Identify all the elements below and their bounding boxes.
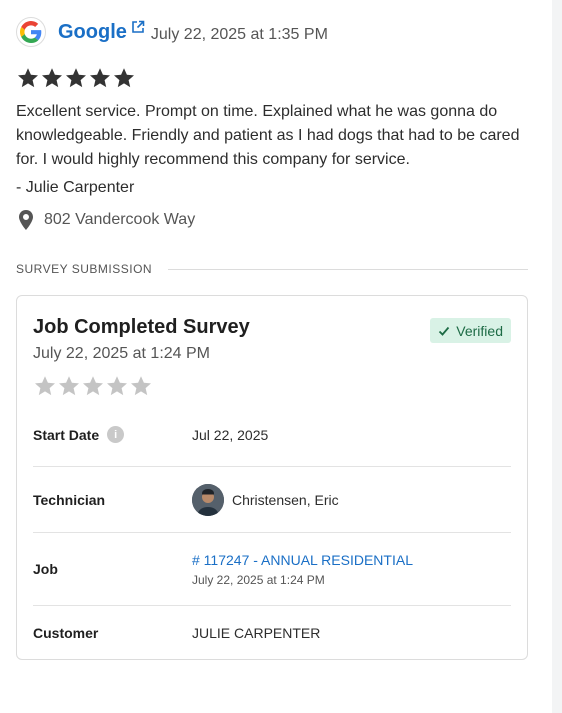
technician-name: Christensen, Eric [232, 491, 339, 508]
section-title: SURVEY SUBMISSION [16, 262, 153, 276]
survey-title: Job Completed Survey [33, 316, 250, 338]
section-divider: SURVEY SUBMISSION [16, 262, 528, 276]
star-icon [112, 66, 136, 90]
star-icon[interactable] [129, 374, 153, 398]
check-icon [438, 325, 450, 337]
verified-label: Verified [456, 322, 503, 339]
star-icon[interactable] [57, 374, 81, 398]
review-rating [16, 66, 528, 92]
row-customer: Customer JULIE CARPENTER [33, 606, 511, 660]
customer-value: JULIE CARPENTER [192, 625, 321, 641]
avatar [192, 483, 224, 516]
star-icon[interactable] [105, 374, 129, 398]
star-icon[interactable] [33, 374, 57, 398]
technician-label: Technician [33, 491, 106, 508]
review-header: Google July 22, 2025 at 1:35 PM [16, 16, 528, 48]
start-date-value: Jul 22, 2025 [192, 426, 269, 443]
survey-date: July 22, 2025 at 1:24 PM [33, 345, 210, 362]
map-pin-icon [16, 209, 36, 231]
star-icon [40, 66, 64, 90]
job-date: July 22, 2025 at 1:24 PM [192, 573, 325, 587]
job-link[interactable]: # 117247 - ANNUAL RESIDENTIAL [192, 551, 413, 569]
start-date-label: Start Date [33, 426, 100, 443]
divider-line [168, 268, 528, 270]
star-icon [16, 66, 40, 90]
survey-card: Job Completed Survey July 22, 2025 at 1:… [16, 295, 528, 660]
review-date: July 22, 2025 at 1:35 PM [150, 26, 328, 43]
star-icon [88, 66, 112, 90]
google-g-icon [16, 17, 46, 47]
review-author: - Julie Carpenter [16, 179, 135, 196]
star-icon[interactable] [81, 374, 105, 398]
row-technician: Technician Christensen, Eric [33, 467, 511, 533]
job-label: Job [33, 561, 58, 577]
review-text: Excellent service. Prompt on time. Expla… [16, 103, 520, 168]
external-link-icon[interactable] [131, 20, 145, 44]
customer-label: Customer [33, 625, 99, 641]
review-location: 802 Vandercook Way [16, 208, 528, 232]
review-card: Google July 22, 2025 at 1:35 PM Excellen… [16, 16, 528, 232]
row-job: Job # 117247 - ANNUAL RESIDENTIAL July 2… [33, 533, 511, 606]
verified-badge: Verified [430, 318, 511, 343]
row-start-date: Start Date i Jul 22, 2025 [33, 403, 511, 467]
review-source-link[interactable]: Google [58, 20, 127, 44]
star-icon [64, 66, 88, 90]
info-icon[interactable]: i [107, 426, 125, 443]
review-address: 802 Vandercook Way [44, 211, 196, 228]
survey-rating[interactable] [33, 374, 153, 398]
scrollbar-track [552, 0, 562, 713]
